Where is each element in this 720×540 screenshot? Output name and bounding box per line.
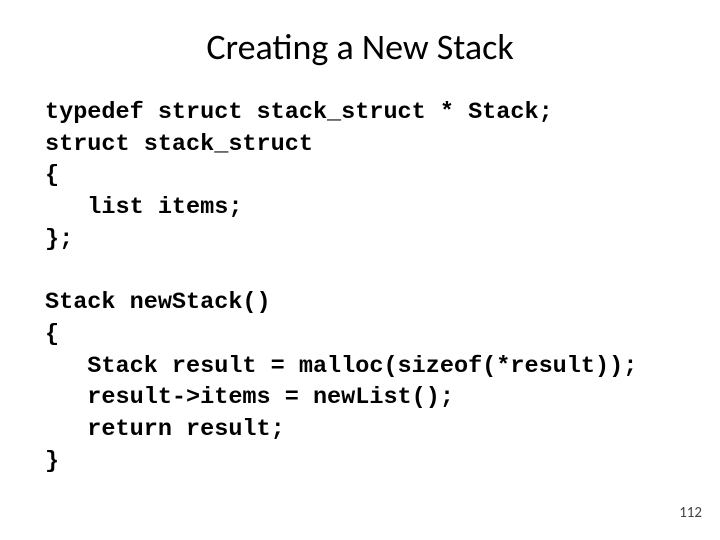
code-line: } [45,448,59,475]
page-number: 112 [679,504,702,522]
code-line: Stack newStack() [45,289,271,316]
code-block: typedef struct stack_struct * Stack; str… [45,97,675,478]
code-line: Stack result = malloc(sizeof(*result)); [45,353,637,380]
code-line: list items; [45,194,242,221]
slide-container: Creating a New Stack typedef struct stac… [0,0,720,540]
code-line: { [45,321,59,348]
code-line: struct stack_struct [45,131,313,158]
code-line: result->items = newList(); [45,384,454,411]
slide-title: Creating a New Stack [45,25,675,69]
code-line: }; [45,226,73,253]
code-line: typedef struct stack_struct * Stack; [45,99,553,126]
code-line: return result; [45,416,285,443]
code-line: { [45,162,59,189]
